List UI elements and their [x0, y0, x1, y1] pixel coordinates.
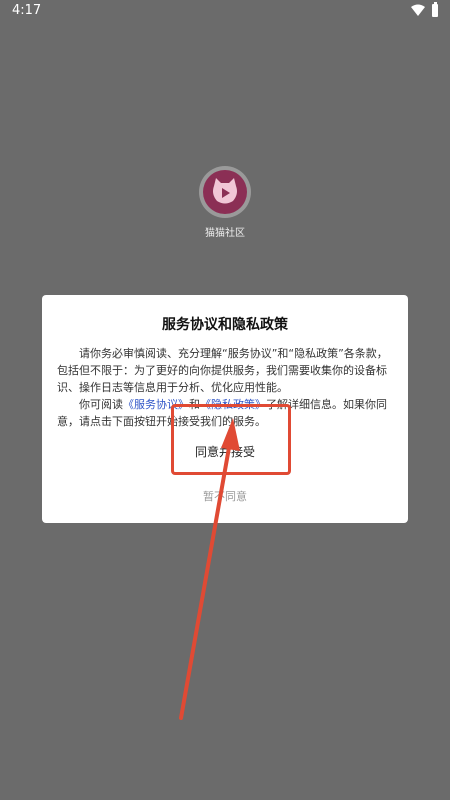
annotation-arrow — [179, 418, 240, 720]
